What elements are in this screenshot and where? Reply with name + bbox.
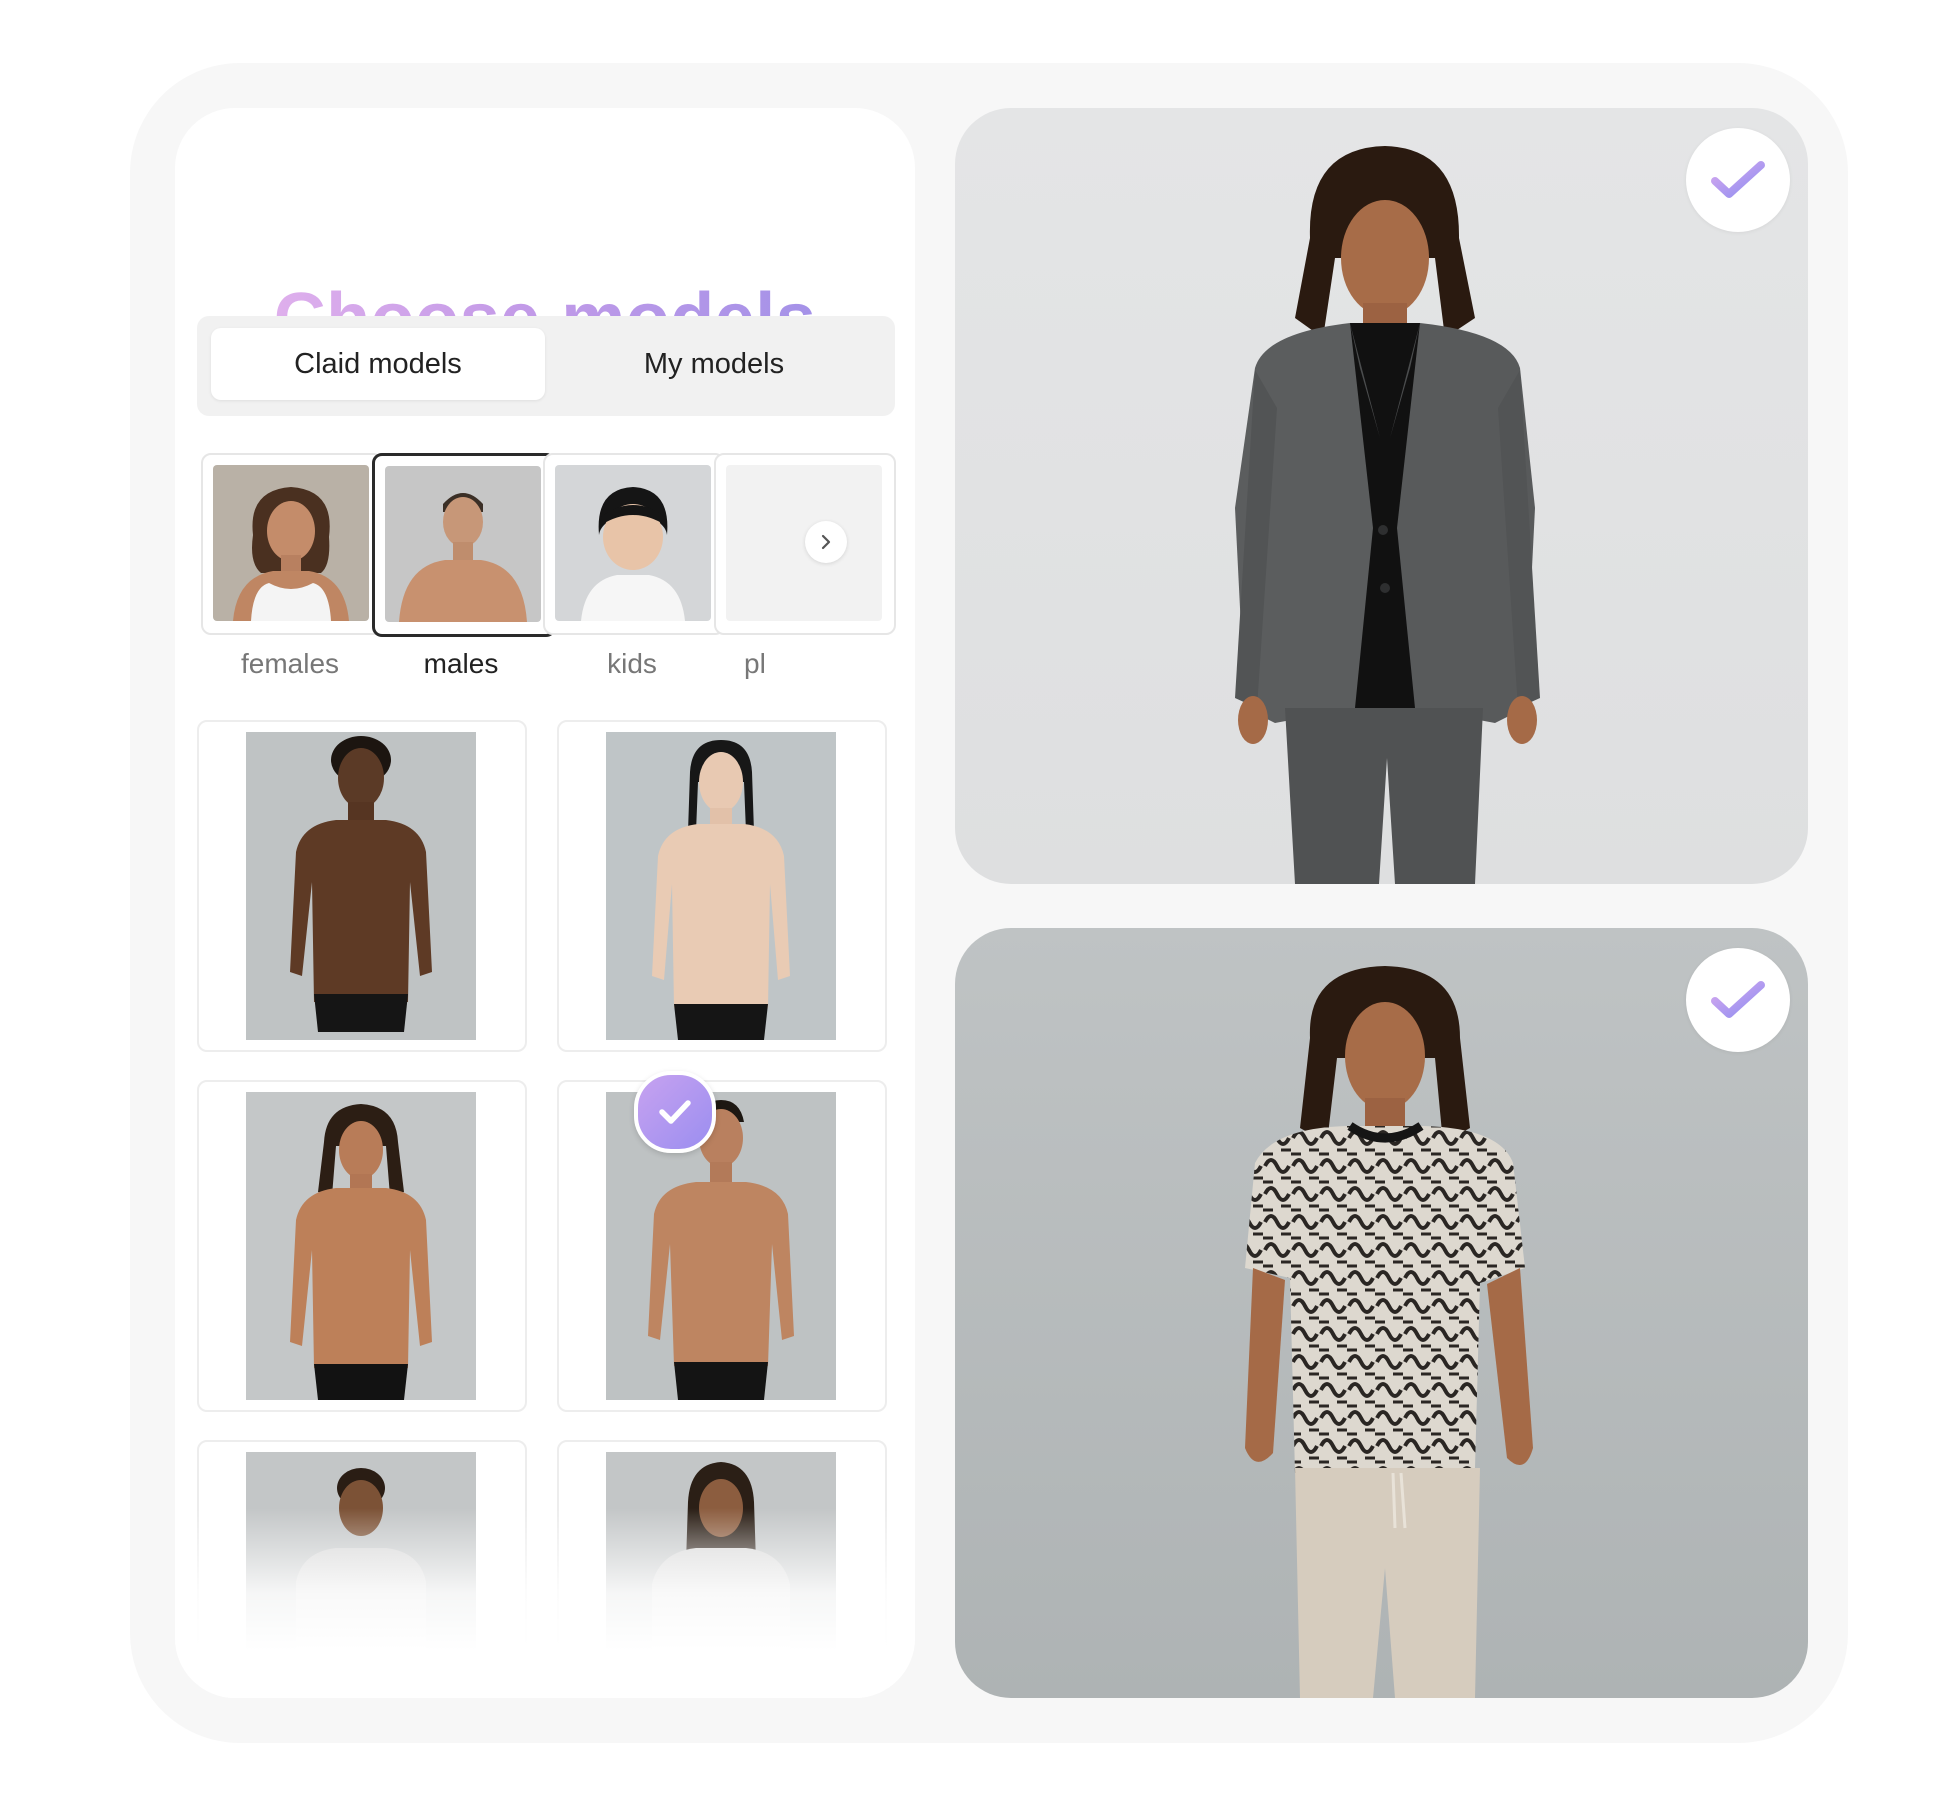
category-females[interactable]	[201, 453, 383, 635]
tab-my-models[interactable]: My models	[547, 328, 881, 400]
preview-selected-check-icon[interactable]	[1686, 948, 1790, 1052]
chevron-right-icon[interactable]	[805, 521, 847, 563]
category-label-plus: pl	[744, 648, 766, 679]
females-thumbnail	[213, 465, 369, 621]
model-source-tabs: Claid models My models	[197, 316, 895, 416]
list-fade-overlay	[175, 1508, 915, 1698]
model-card-selected[interactable]	[197, 1080, 527, 1412]
model-card[interactable]	[557, 720, 887, 1052]
tshirt-photo	[1245, 966, 1533, 1698]
category-label-kids: kids	[607, 648, 657, 679]
category-kids[interactable]	[543, 453, 725, 635]
preview-image-suit[interactable]	[955, 108, 1808, 884]
model-photo	[606, 732, 836, 1040]
plus-thumbnail	[726, 465, 882, 621]
selected-check-icon	[634, 1071, 716, 1153]
category-males[interactable]	[372, 453, 556, 637]
model-picker-panel: Choose models Claid models My models	[175, 108, 915, 1698]
preview-selected-check-icon[interactable]	[1686, 128, 1790, 232]
model-photo	[246, 1092, 476, 1400]
preview-image-tshirt[interactable]	[955, 928, 1808, 1698]
model-card[interactable]	[197, 720, 527, 1052]
kids-thumbnail	[555, 465, 711, 621]
males-thumbnail	[385, 466, 541, 622]
category-label-females: females	[240, 648, 340, 679]
tab-claid-models[interactable]: Claid models	[211, 328, 545, 400]
category-label-males: males	[423, 648, 499, 679]
model-photo	[246, 732, 476, 1040]
suit-photo	[1235, 146, 1540, 884]
model-card[interactable]	[557, 1080, 887, 1412]
